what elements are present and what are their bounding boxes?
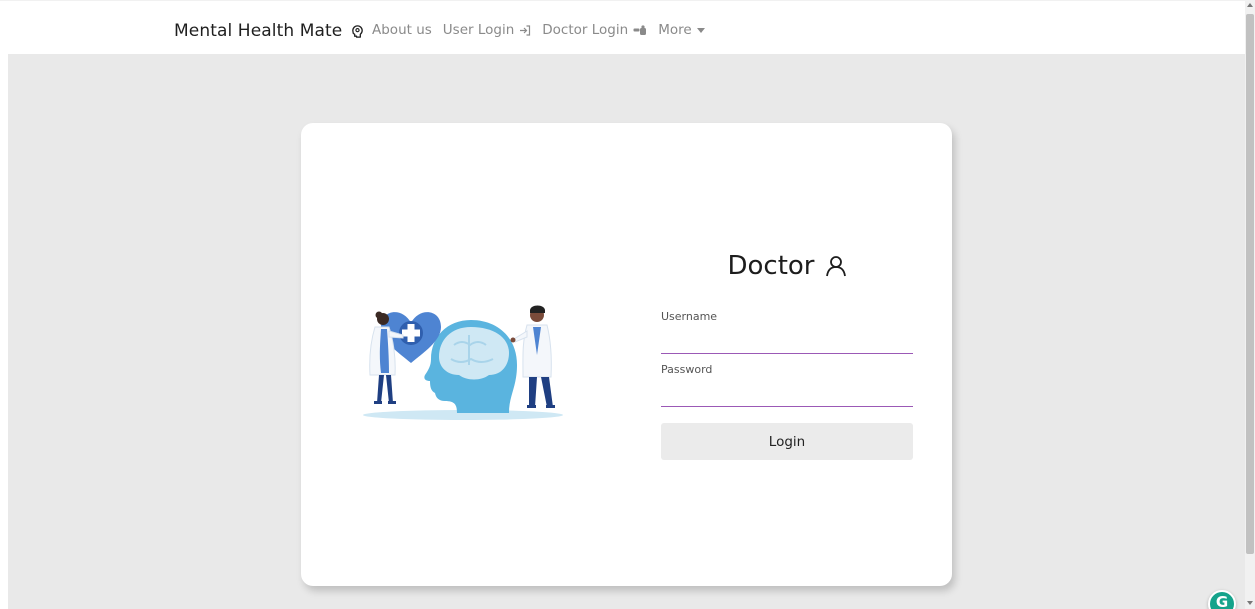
brand-name: Mental Health Mate [174,21,343,41]
password-input[interactable] [661,383,913,407]
username-label: Username [661,310,718,323]
main-content: Doctor Username Password Login [8,54,1245,609]
caret-down-icon [696,27,705,33]
scroll-up-arrow-icon[interactable] [1247,3,1253,7]
doctor-icon [633,24,647,35]
grammarly-button[interactable]: G [1208,590,1236,609]
grammarly-icon: G [1215,593,1229,609]
password-label: Password [661,363,713,376]
nav-about-us-label: About us [372,22,432,38]
nav-links: About us User Login Doctor Login More [372,22,705,38]
scrollbar-thumb[interactable] [1246,14,1254,554]
form-title-text: Doctor [727,251,815,281]
page: Mental Health Mate About us User Login D… [0,0,1255,609]
form-title: Doctor [661,251,913,281]
brain-head-icon [350,24,365,39]
nav-user-login[interactable]: User Login [443,22,531,38]
scroll-down-arrow-icon[interactable] [1247,601,1253,605]
user-icon [825,256,846,277]
brand-link[interactable]: Mental Health Mate [174,20,365,42]
sign-in-icon [520,24,531,36]
login-card: Doctor Username Password Login [301,123,952,586]
nav-doctor-login-label: Doctor Login [542,22,629,38]
nav-about-us[interactable]: About us [372,22,432,38]
login-button[interactable]: Login [661,423,913,460]
nav-user-login-label: User Login [442,22,515,38]
navbar: Mental Health Mate About us User Login D… [0,0,1245,54]
vertical-scrollbar[interactable] [1245,0,1255,609]
username-input[interactable] [661,330,913,354]
nav-more-label: More [658,22,692,38]
doctors-brain-heart-illustration [359,295,569,425]
nav-doctor-login[interactable]: Doctor Login [542,22,647,38]
nav-more-dropdown[interactable]: More [658,22,705,38]
